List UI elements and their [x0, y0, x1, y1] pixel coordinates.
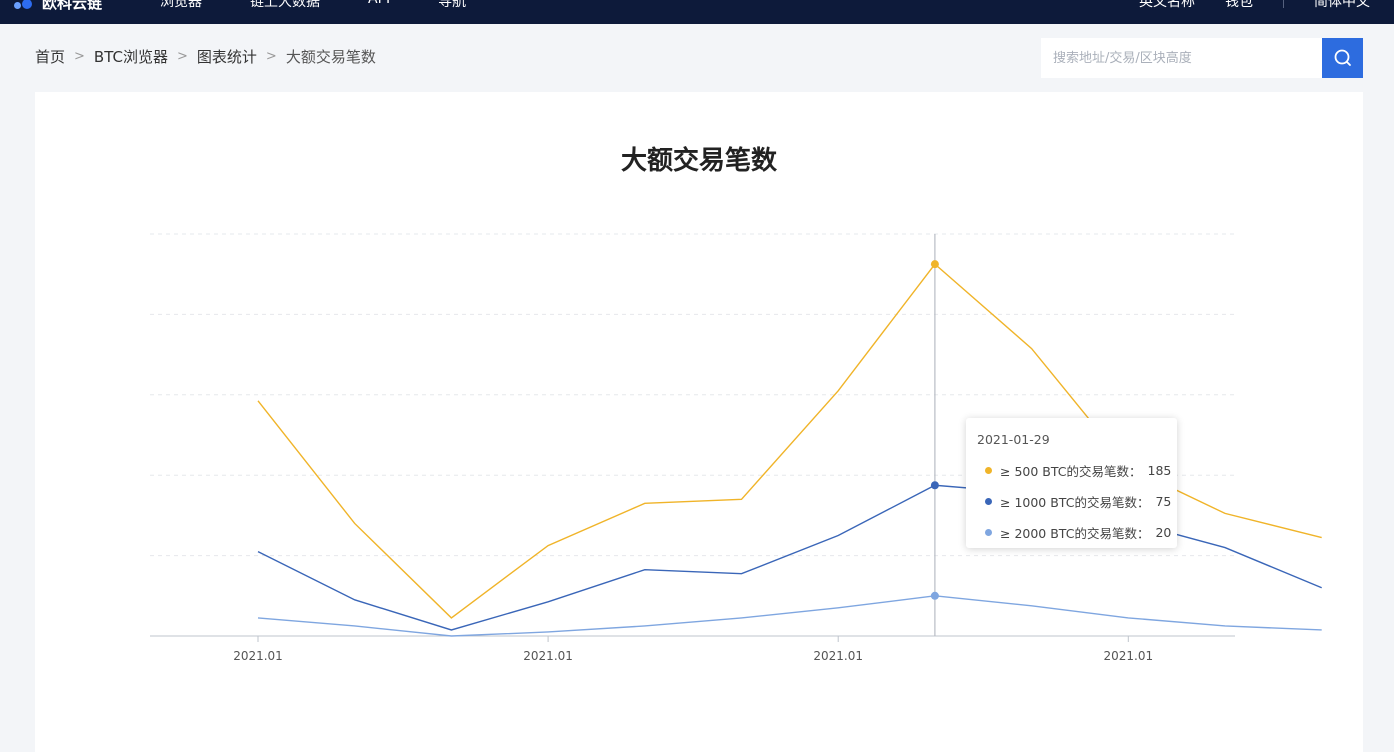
- top-right-nav: 英文名称 钱包 简体中文: [1139, 0, 1370, 11]
- logo-icon: [14, 0, 36, 10]
- logo-text: 欧科云链: [42, 0, 103, 12]
- tooltip-value: 185: [1147, 463, 1172, 478]
- breadcrumb-chart-stats[interactable]: 图表统计: [197, 46, 257, 67]
- data-point-series-3: [930, 591, 939, 600]
- breadcrumb-btc-explorer[interactable]: BTC浏览器: [94, 46, 168, 67]
- breadcrumb-home[interactable]: 首页: [35, 46, 65, 67]
- x-tick-label: 2021.01: [1103, 649, 1153, 663]
- tooltip-date: 2021-01-29: [977, 432, 1050, 447]
- tooltip-marker-series-2: [985, 498, 992, 505]
- x-tick-label: 2021.01: [233, 649, 283, 663]
- tooltip-marker-series-3: [985, 529, 992, 536]
- breadcrumb-separator: >: [265, 49, 277, 64]
- tooltip-label: ≥ 2000 BTC的交易笔数：: [1000, 526, 1150, 541]
- nav-item-navigation[interactable]: 导航: [438, 0, 466, 11]
- data-point-series-1: [930, 260, 939, 269]
- x-tick-label: 2021.01: [813, 649, 863, 663]
- nav-divider: [1283, 0, 1284, 8]
- nav-item-api[interactable]: API: [368, 0, 390, 11]
- data-point-series-2: [930, 481, 939, 490]
- nav-right-item-1[interactable]: 英文名称: [1139, 0, 1195, 11]
- series-line-3: [257, 595, 1322, 637]
- search-button[interactable]: [1322, 38, 1363, 78]
- breadcrumb-separator: >: [74, 49, 85, 64]
- x-tick-label: 2021.01: [523, 649, 573, 663]
- tooltip-value: 20: [1155, 525, 1172, 540]
- search-input[interactable]: [1041, 38, 1322, 78]
- tooltip-marker-series-1: [985, 467, 992, 474]
- nav-item-big-data[interactable]: 链上大数据: [250, 0, 320, 11]
- chart-tooltip: 2021-01-29 ≥ 500 BTC的交易笔数： 185 ≥ 1000 BT…: [966, 418, 1177, 548]
- breadcrumb-separator: >: [176, 49, 188, 64]
- top-nav-bar: 欧科云链 浏览器 链上大数据 API 导航 英文名称 钱包 简体中文: [0, 0, 1394, 24]
- tooltip-label: ≥ 500 BTC的交易笔数：: [1000, 464, 1142, 479]
- logo[interactable]: 欧科云链: [14, 0, 102, 13]
- top-nav: 浏览器 链上大数据 API 导航: [160, 0, 466, 11]
- language-switch[interactable]: 简体中文: [1314, 0, 1370, 11]
- tooltip-value: 75: [1155, 494, 1172, 509]
- search-bar: [1041, 38, 1363, 78]
- tooltip-row: ≥ 500 BTC的交易笔数： 185: [977, 455, 1177, 486]
- tooltip-row: ≥ 2000 BTC的交易笔数： 20: [977, 517, 1177, 548]
- search-icon: [1334, 49, 1351, 66]
- nav-right-item-wallet[interactable]: 钱包: [1225, 0, 1253, 11]
- chart-card: 大额交易笔数 2021.01 2021.01 2021.01 2021.01 2021…: [35, 92, 1363, 752]
- nav-item-explorer[interactable]: 浏览器: [160, 0, 202, 11]
- tooltip-row: ≥ 1000 BTC的交易笔数： 75: [977, 486, 1177, 517]
- breadcrumb: 首页 > BTC浏览器 > 图表统计 > 大额交易笔数: [35, 46, 376, 67]
- tooltip-label: ≥ 1000 BTC的交易笔数：: [1000, 495, 1150, 510]
- breadcrumb-current: 大额交易笔数: [285, 48, 376, 66]
